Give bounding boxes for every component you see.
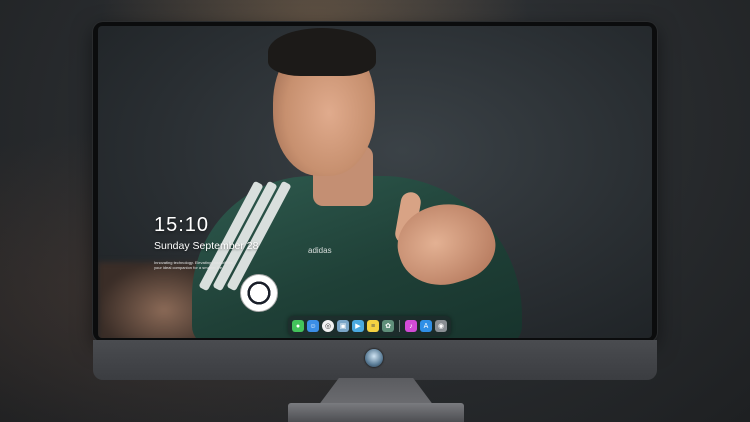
camera-icon[interactable]: ◉ xyxy=(435,320,447,332)
appstore-icon[interactable]: A xyxy=(420,320,432,332)
dock: ● ☺ ◎ ▣ ▶ ≡ ✿ ♪ A ◉ xyxy=(288,316,451,336)
lock-date: Sunday September 28 xyxy=(154,240,259,252)
monitor-chin xyxy=(93,340,657,380)
music-icon[interactable]: ♪ xyxy=(405,320,417,332)
player-hair xyxy=(268,28,376,76)
clapper-icon[interactable]: ▶ xyxy=(352,320,364,332)
starball-badge-icon xyxy=(240,274,278,312)
finder-icon[interactable]: ☺ xyxy=(307,320,319,332)
monitor-base xyxy=(288,403,464,422)
lock-time: 15:10 xyxy=(154,214,210,236)
notes-icon[interactable]: ≡ xyxy=(367,320,379,332)
brand-logo-icon xyxy=(365,349,383,367)
dock-separator xyxy=(399,320,400,332)
photos-icon[interactable]: ✿ xyxy=(382,320,394,332)
desktop-monitor: adidas 15:10 Sunday September 28 Innovat… xyxy=(93,22,657,382)
jersey-brand: adidas xyxy=(308,246,332,255)
caption-line: your ideal companion for a smarter life. xyxy=(154,265,224,270)
monitor-bezel: adidas 15:10 Sunday September 28 Innovat… xyxy=(93,22,657,342)
lock-screen: adidas 15:10 Sunday September 28 Innovat… xyxy=(98,26,652,338)
safari-icon[interactable]: ◎ xyxy=(322,320,334,332)
lock-caption: Innovating technology. Elevating possibi… xyxy=(154,260,246,270)
preview-icon[interactable]: ▣ xyxy=(337,320,349,332)
messages-icon[interactable]: ● xyxy=(292,320,304,332)
